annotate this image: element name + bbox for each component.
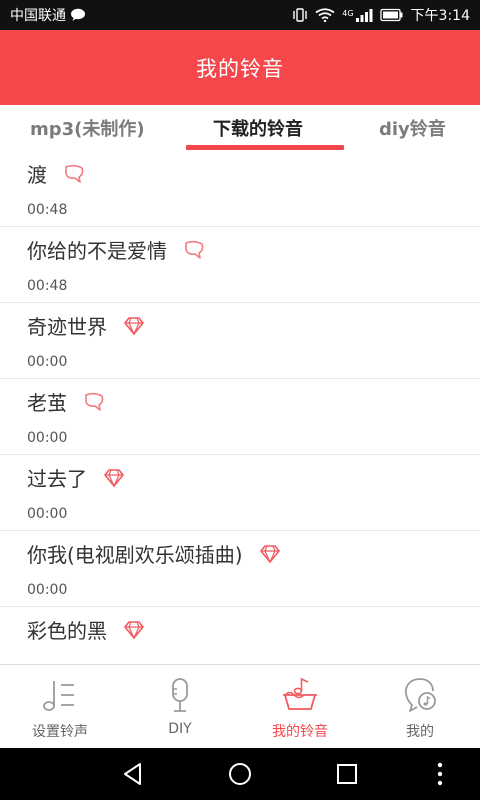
bubble-icon xyxy=(185,240,204,259)
bubble-icon xyxy=(85,392,104,411)
nav-diy[interactable]: DIY xyxy=(120,665,240,748)
ringtone-name-row: 老茧 xyxy=(27,387,105,416)
status-left: 中国联通 xyxy=(10,5,86,25)
ringtone-name: 彩色的黑 xyxy=(27,619,107,643)
system-nav-bar xyxy=(0,748,480,800)
ringtone-name: 奇迹世界 xyxy=(27,315,107,339)
ringtone-name-row: 彩色的黑 xyxy=(27,615,145,644)
status-bar: 中国联通 4G 下午3:14 xyxy=(0,0,480,30)
nav-label: 我的铃音 xyxy=(272,724,328,740)
bubble-icon xyxy=(65,164,84,183)
list-item[interactable]: 你我(电视剧欢乐颂插曲) 00:00 xyxy=(0,531,480,607)
microphone-icon xyxy=(172,678,188,712)
ringtone-duration: 00:00 xyxy=(27,582,68,598)
nav-label: 我的 xyxy=(406,724,434,740)
battery-icon xyxy=(379,8,403,22)
ringtone-name: 你给的不是爱情 xyxy=(27,239,167,263)
app-screen: 中国联通 4G 下午3:14 我的铃音 mp3(未制作) 下载的铃音 diy铃音… xyxy=(0,0,480,800)
tab-downloaded-ringtones[interactable]: 下载的铃音 xyxy=(213,115,303,141)
list-item[interactable]: 你给的不是爱情 00:48 xyxy=(0,227,480,303)
ringtone-name: 老茧 xyxy=(27,391,67,415)
tab-active-indicator xyxy=(186,145,344,150)
signal-icon xyxy=(355,9,373,22)
ringtone-name-row: 你给的不是爱情 xyxy=(27,235,205,264)
music-box-icon xyxy=(283,677,317,710)
status-time: 下午3:14 xyxy=(410,8,470,24)
ringtone-duration: 00:00 xyxy=(27,430,68,446)
nav-mine[interactable]: 我的 xyxy=(360,665,480,748)
diamond-icon xyxy=(124,620,144,639)
user-music-icon xyxy=(404,678,436,712)
nav-my-ringtones[interactable]: 我的铃音 xyxy=(240,665,360,748)
ringtone-duration: 00:00 xyxy=(27,354,68,370)
ringtone-list[interactable]: 渡 00:48 你给的不是爱情 00:48 奇迹世界 00:00 老茧 00:0… xyxy=(0,151,480,663)
back-icon[interactable] xyxy=(120,761,146,787)
ringtone-duration: 00:48 xyxy=(27,202,68,218)
ringtone-name: 渡 xyxy=(27,163,47,187)
ringtone-name: 你我(电视剧欢乐颂插曲) xyxy=(27,543,243,567)
network-type-label: 4G xyxy=(342,9,354,18)
ringtone-duration: 00:48 xyxy=(27,278,68,294)
home-icon[interactable] xyxy=(227,761,253,787)
ringtone-name-row: 奇迹世界 xyxy=(27,311,145,340)
app-header: 我的铃音 xyxy=(0,30,480,105)
diamond-icon xyxy=(259,544,280,563)
music-note-icon xyxy=(43,681,74,711)
wifi-icon xyxy=(315,8,335,22)
list-item[interactable]: 老茧 00:00 xyxy=(0,379,480,455)
ringtone-duration: 00:00 xyxy=(27,506,68,522)
list-item[interactable]: 彩色的黑 xyxy=(0,607,480,663)
list-item[interactable]: 渡 00:48 xyxy=(0,151,480,227)
ringtone-name-row: 渡 xyxy=(27,159,85,188)
ringtone-name-row: 你我(电视剧欢乐颂插曲) xyxy=(27,539,281,568)
tab-diy-ringtones[interactable]: diy铃音 xyxy=(379,115,446,141)
list-item[interactable]: 奇迹世界 00:00 xyxy=(0,303,480,379)
tab-mp3-unmade[interactable]: mp3(未制作) xyxy=(30,115,145,141)
ringtone-name: 过去了 xyxy=(27,467,87,491)
vibrate-icon xyxy=(293,8,307,22)
diamond-icon xyxy=(124,316,144,335)
nav-label: 设置铃声 xyxy=(32,724,88,740)
chat-bubble-icon xyxy=(71,8,85,21)
tab-bar: mp3(未制作) 下载的铃音 diy铃音 xyxy=(0,105,480,155)
ringtone-name-row: 过去了 xyxy=(27,463,125,492)
more-options-icon[interactable] xyxy=(427,761,453,787)
carrier-name: 中国联通 xyxy=(10,8,66,24)
status-right: 4G 下午3:14 xyxy=(292,5,470,25)
page-title: 我的铃音 xyxy=(196,56,284,81)
nav-set-ringtone[interactable]: 设置铃声 xyxy=(0,665,120,748)
diamond-icon xyxy=(104,468,124,487)
recent-apps-icon[interactable] xyxy=(334,761,360,787)
list-item[interactable]: 过去了 00:00 xyxy=(0,455,480,531)
nav-label: DIY xyxy=(168,721,192,737)
bottom-nav: 设置铃声 DIY 我的铃音 我的 xyxy=(0,664,480,748)
